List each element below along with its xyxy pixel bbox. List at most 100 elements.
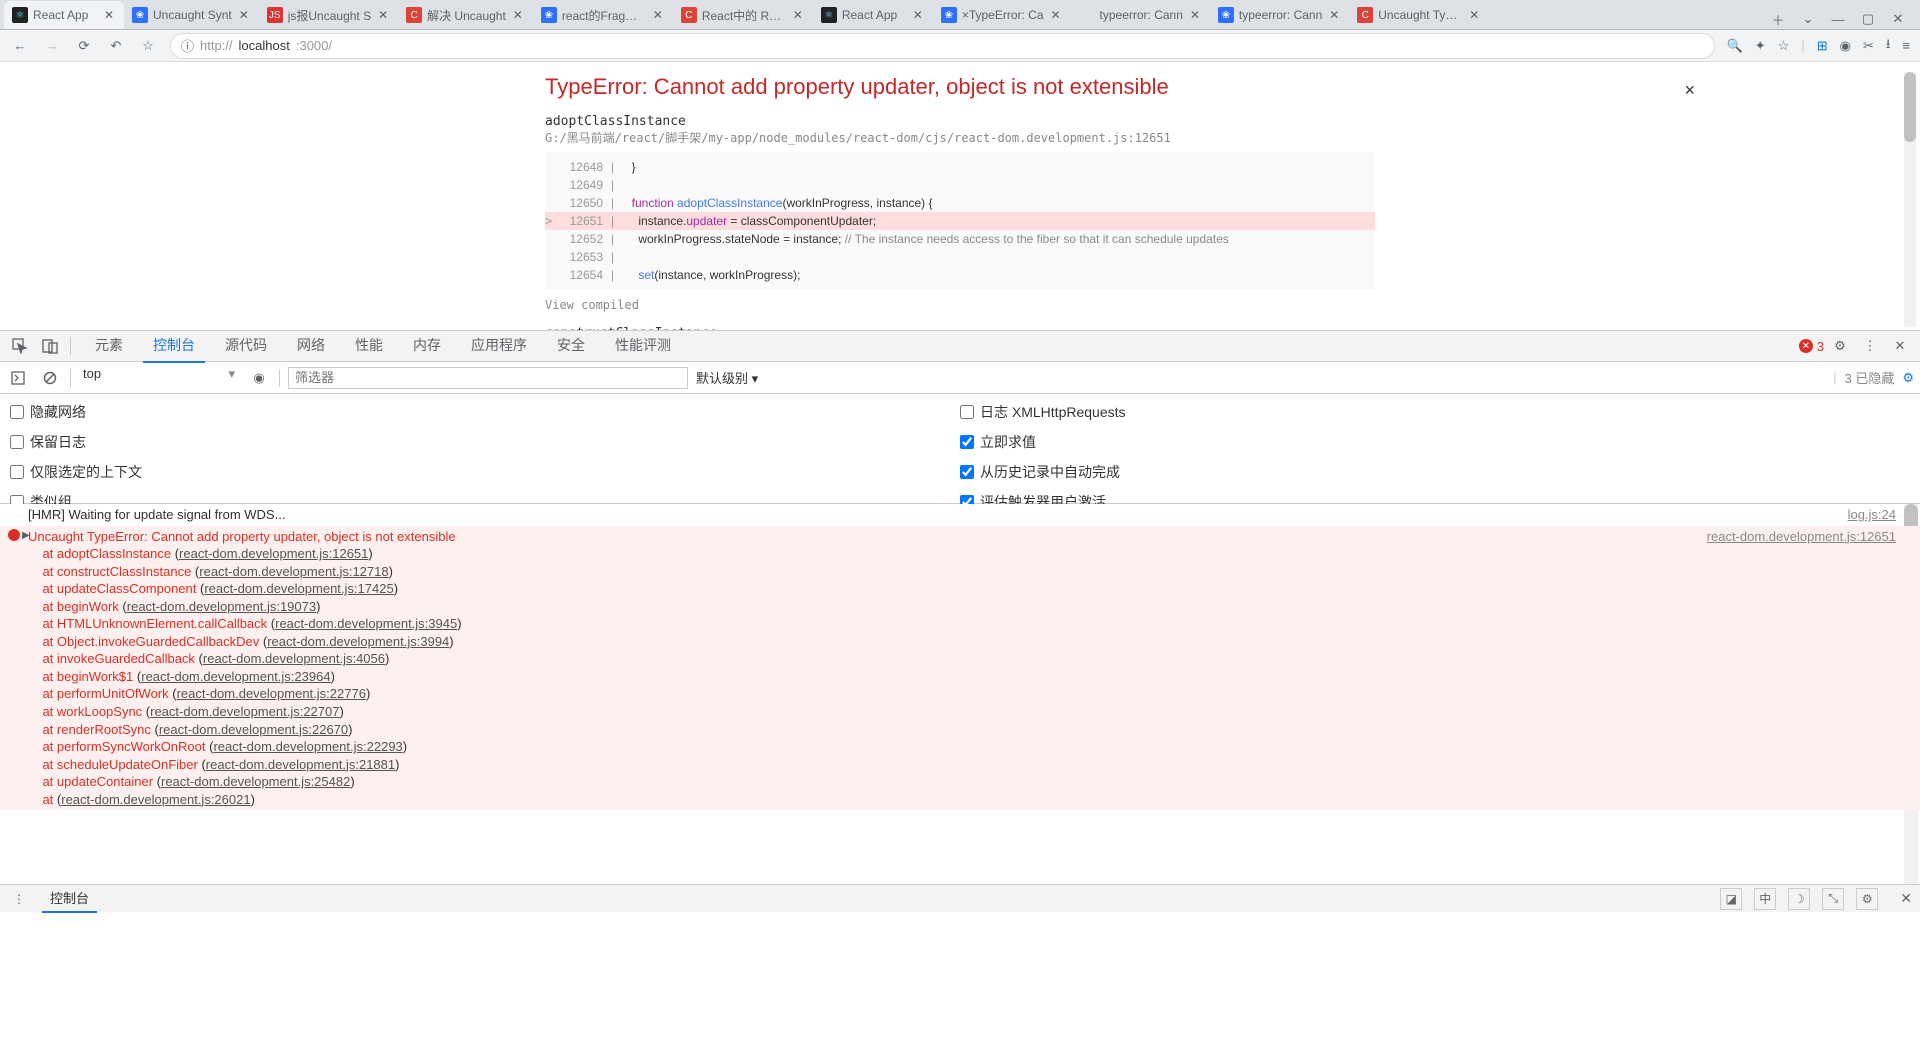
devtools-close-icon[interactable]: ✕ [1886,332,1914,360]
stack-source-link[interactable]: react-dom.development.js:17425 [204,581,393,596]
browser-tab[interactable]: CReact中的 React✕ [673,1,813,29]
checkbox[interactable] [10,435,24,449]
new-tab-button[interactable]: ＋ [1768,9,1788,29]
browser-tab[interactable]: ⚛React App✕ [4,1,124,29]
console-setting-checkbox[interactable]: 保留日志 [10,432,960,452]
devtools-tab[interactable]: 性能评测 [605,329,681,363]
clear-console-icon[interactable] [38,366,62,390]
live-expression-icon[interactable]: ◉ [247,366,271,390]
stack-source-link[interactable]: react-dom.development.js:12651 [179,546,368,561]
devtools-settings-icon[interactable]: ⚙ [1826,332,1854,360]
drawer-dock-icon[interactable]: ⤡ [1822,888,1844,910]
stack-source-link[interactable]: react-dom.development.js:26021 [61,792,250,807]
browser-tab[interactable]: C解决 Uncaught✕ [398,1,533,29]
tab-close-icon[interactable]: ✕ [1049,8,1063,22]
stack-source-link[interactable]: react-dom.development.js:25482 [161,774,350,789]
tab-close-icon[interactable]: ✕ [237,8,251,22]
apps-icon[interactable]: ⊞ [1817,38,1828,54]
log-level-select[interactable]: 默认级别 ▾ [696,368,758,387]
browser-tab[interactable]: ❀×TypeError: Ca✕ [933,1,1071,29]
message-source-link[interactable]: log.js:24 [1848,506,1896,524]
tab-close-icon[interactable]: ✕ [102,8,116,22]
menu-icon[interactable]: ≡ [1902,38,1910,53]
tab-close-icon[interactable]: ✕ [791,8,805,22]
stack-source-link[interactable]: react-dom.development.js:21881 [206,757,395,772]
inspect-element-icon[interactable] [6,332,34,360]
devtools-tab[interactable]: 内存 [403,329,451,363]
console-setting-checkbox[interactable]: 从历史记录中自动完成 [960,462,1910,482]
extension-icon-1[interactable]: ✦ [1755,38,1766,54]
stack-source-link[interactable]: react-dom.development.js:19073 [127,599,316,614]
tab-close-icon[interactable]: ✕ [651,8,665,22]
tab-close-icon[interactable]: ✕ [376,8,390,22]
stack-source-link[interactable]: react-dom.development.js:22293 [213,739,402,754]
bookmark-star-icon[interactable]: ☆ [1778,38,1790,54]
site-info-icon[interactable]: ⓘ [181,36,194,55]
console-setting-checkbox[interactable]: 日志 XMLHttpRequests [960,402,1910,422]
drawer-lang-icon[interactable]: 中 [1754,888,1776,910]
cut-icon[interactable]: ✂ [1863,38,1874,54]
edge-icon[interactable]: ◉ [1840,38,1851,54]
page-scrollbar[interactable] [1904,72,1916,327]
stack-source-link[interactable]: react-dom.development.js:23964 [141,669,330,684]
minimize-button[interactable]: — [1828,9,1848,29]
checkbox[interactable] [960,435,974,449]
bookmark-button[interactable]: ☆ [138,36,158,56]
devtools-tab[interactable]: 网络 [287,329,335,363]
expand-arrow-icon[interactable]: ▶ [22,529,30,543]
drawer-theme-icon[interactable]: ☽ [1788,888,1810,910]
checkbox[interactable] [960,465,974,479]
forward-button[interactable]: → [42,36,62,56]
view-compiled-link[interactable]: View compiled [545,298,1375,312]
url-input[interactable]: ⓘ http://localhost:3000/ [170,33,1715,59]
execution-context-select[interactable]: top ▾ [79,366,239,390]
back-button[interactable]: ← [10,36,30,56]
drawer-tab-console[interactable]: 控制台 [42,884,97,913]
checkbox[interactable] [10,405,24,419]
stack-source-link[interactable]: react-dom.development.js:12718 [199,564,388,579]
browser-tab[interactable]: ❀typeerror: Cann✕ [1210,1,1349,29]
devtools-tab[interactable]: 源代码 [215,329,277,363]
console-setting-checkbox[interactable]: 仅限选定的上下文 [10,462,960,482]
hidden-count-label[interactable]: 3 已隐藏 [1845,368,1895,387]
stack-source-link[interactable]: react-dom.development.js:22776 [177,686,366,701]
tab-overflow-button[interactable]: ⌄ [1798,9,1818,29]
drawer-menu-icon[interactable]: ⋮ [8,888,30,910]
devtools-tab[interactable]: 安全 [547,329,595,363]
error-count-badge[interactable]: ✕ 3 [1799,339,1824,354]
devtools-menu-icon[interactable]: ⋮ [1856,332,1884,360]
tab-close-icon[interactable]: ✕ [911,8,925,22]
browser-tab[interactable]: ❀react的Fragmen✕ [533,1,673,29]
close-window-button[interactable]: ✕ [1888,9,1908,29]
tab-close-icon[interactable]: ✕ [511,8,525,22]
drawer-close-icon[interactable]: ✕ [1900,890,1912,907]
browser-tab[interactable]: JSjs报Uncaught S✕ [259,1,398,29]
console-settings-icon[interactable]: ⚙ [1902,370,1914,386]
stack-source-link[interactable]: react-dom.development.js:4056 [203,651,385,666]
tab-close-icon[interactable]: ✕ [1188,8,1202,22]
overlay-close-button[interactable]: × [1684,80,1695,101]
console-filter-input[interactable] [288,367,688,389]
devtools-tab[interactable]: 性能 [345,329,393,363]
tab-close-icon[interactable]: ✕ [1467,8,1481,22]
checkbox[interactable] [960,405,974,419]
devtools-tab[interactable]: 元素 [85,329,133,363]
browser-tab[interactable]: ⚛React App✕ [813,1,933,29]
stack-source-link[interactable]: react-dom.development.js:22707 [150,704,339,719]
message-source-link[interactable]: react-dom.development.js:12651 [1707,528,1896,809]
checkbox[interactable] [10,465,24,479]
browser-tab[interactable]: ❀Uncaught Synt✕ [124,1,259,29]
drawer-snapshot-icon[interactable]: ◪ [1720,888,1742,910]
drawer-settings-icon[interactable]: ⚙ [1856,888,1878,910]
undo-button[interactable]: ↶ [106,36,126,56]
browser-tab[interactable]: typeerror: Cann✕ [1071,1,1210,29]
browser-tab[interactable]: CUncaught TypeE✕ [1349,1,1489,29]
devtools-tab[interactable]: 控制台 [143,329,205,363]
zoom-icon[interactable]: 🔍 [1727,38,1743,54]
console-sidebar-toggle-icon[interactable] [6,366,30,390]
device-toolbar-icon[interactable] [36,332,64,360]
tab-close-icon[interactable]: ✕ [1327,8,1341,22]
devtools-tab[interactable]: 应用程序 [461,329,537,363]
console-setting-checkbox[interactable]: 立即求值 [960,432,1910,452]
stack-source-link[interactable]: react-dom.development.js:22670 [159,722,348,737]
